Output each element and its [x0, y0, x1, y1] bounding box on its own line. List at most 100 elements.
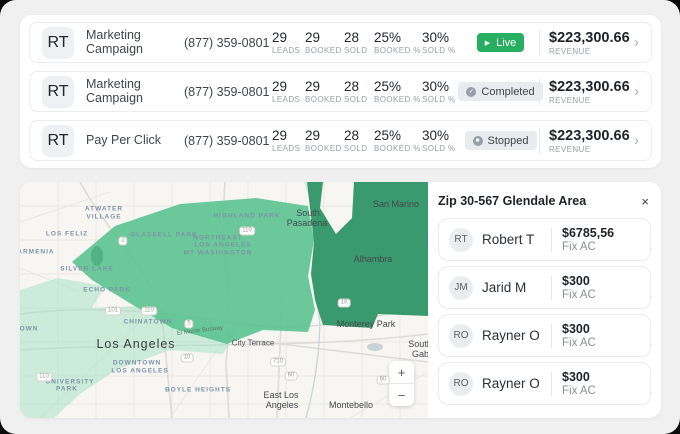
chevron-right-icon[interactable]: ›	[634, 132, 639, 149]
stat-value: 29	[305, 79, 344, 94]
revenue: $223,300.66 REVENUE	[549, 79, 631, 105]
stats: 29 LEADS 29 BOOKED 28 SOLD 25% BOOKED % …	[272, 79, 467, 104]
divider	[539, 30, 540, 56]
stat: 30% SOLD %	[422, 30, 467, 55]
zoom-out-button[interactable]: −	[389, 384, 414, 406]
stat: 28 SOLD	[344, 79, 374, 104]
lead-item[interactable]: RO Rayner O $300 Fix AC	[438, 314, 651, 357]
stat-label: LEADS	[272, 95, 305, 104]
divider	[551, 372, 552, 396]
campaign-name: Marketing Campaign	[86, 78, 184, 106]
map-canvas[interactable]: + − ATWATERVILLAGELOS FELIZE ARMENIAGLAS…	[20, 182, 428, 418]
stat-value: 28	[344, 128, 374, 143]
stat: 30% SOLD %	[422, 128, 467, 153]
stat-label: BOOKED	[305, 144, 344, 153]
stat-value: 29	[272, 128, 305, 143]
chevron-right-icon[interactable]: ›	[634, 34, 639, 51]
campaign-phone: (877) 359-0801	[184, 36, 272, 50]
revenue-label: REVENUE	[549, 145, 631, 154]
chevron-right-icon[interactable]: ›	[634, 83, 639, 100]
map-card: + − ATWATERVILLAGELOS FELIZE ARMENIAGLAS…	[20, 182, 661, 418]
close-icon[interactable]: ×	[639, 194, 651, 209]
stats: 29 LEADS 29 BOOKED 28 SOLD 25% BOOKED % …	[272, 30, 467, 55]
stat: 29 LEADS	[272, 128, 305, 153]
stat-value: 28	[344, 79, 374, 94]
divider	[551, 276, 552, 300]
lead-name: Rayner O	[482, 376, 547, 391]
stat-label: SOLD	[344, 144, 374, 153]
avatar: RT	[449, 228, 473, 252]
revenue: $223,300.66 REVENUE	[549, 30, 631, 56]
lead-service: Fix AC	[562, 241, 640, 253]
lead-name: Robert T	[482, 232, 547, 247]
lead-name: Jarid M	[482, 280, 547, 295]
stat-value: 25%	[374, 79, 422, 94]
stat: 25% BOOKED %	[374, 128, 422, 153]
revenue-value: $223,300.66	[549, 128, 631, 144]
stop-icon: ■	[473, 136, 483, 146]
campaign-phone: (877) 359-0801	[184, 85, 272, 99]
divider	[551, 324, 552, 348]
lead-price: $300	[562, 274, 640, 288]
lead-item[interactable]: JM Jarid M $300 Fix AC	[438, 266, 651, 309]
divider	[539, 79, 540, 105]
stat-value: 30%	[422, 128, 467, 143]
zip-lead-list: RT Robert T $6785,56 Fix AC JM Jarid M $…	[438, 218, 651, 405]
zip-panel-title: Zip 30-567 Glendale Area	[438, 194, 586, 208]
stat: 29 BOOKED	[305, 30, 344, 55]
revenue-label: REVENUE	[549, 96, 631, 105]
campaign-phone: (877) 359-0801	[184, 134, 272, 148]
divider	[551, 228, 552, 252]
campaign-row[interactable]: RT Pay Per Click (877) 359-0801 29 LEADS…	[29, 120, 652, 161]
avatar: RT	[42, 125, 74, 157]
revenue-label: REVENUE	[549, 47, 631, 56]
revenue-value: $223,300.66	[549, 79, 631, 95]
stat: 25% BOOKED %	[374, 30, 422, 55]
stat: 29 BOOKED	[305, 79, 344, 104]
stats: 29 LEADS 29 BOOKED 28 SOLD 25% BOOKED % …	[272, 128, 467, 153]
app-frame: RT Marketing Campaign (877) 359-0801 29 …	[0, 0, 680, 434]
stat: 28 SOLD	[344, 128, 374, 153]
lead-item[interactable]: RT Robert T $6785,56 Fix AC	[438, 218, 651, 261]
stat-label: SOLD %	[422, 144, 467, 153]
stat-value: 29	[272, 30, 305, 45]
status-badge: ✓Completed	[458, 82, 542, 101]
stat: 29 BOOKED	[305, 128, 344, 153]
avatar: RO	[449, 324, 473, 348]
stat-value: 25%	[374, 30, 422, 45]
avatar: RO	[449, 372, 473, 396]
status-badge: ▶Live	[477, 33, 525, 52]
lead-price: $300	[562, 322, 640, 336]
revenue: $223,300.66 REVENUE	[549, 128, 631, 154]
stat: 29 LEADS	[272, 30, 305, 55]
check-icon: ✓	[466, 87, 476, 97]
stat-value: 29	[305, 128, 344, 143]
stat-label: BOOKED %	[374, 46, 422, 55]
lead-item[interactable]: RO Rayner O $300 Fix AC	[438, 362, 651, 405]
lead-price: $6785,56	[562, 226, 640, 240]
map-zoom-controls: + −	[389, 361, 414, 406]
zip-panel: Zip 30-567 Glendale Area × RT Robert T $…	[428, 182, 661, 418]
divider	[539, 128, 540, 154]
stat-label: LEADS	[272, 144, 305, 153]
lead-price: $300	[562, 370, 640, 384]
campaign-name: Pay Per Click	[86, 134, 184, 148]
lead-name: Rayner O	[482, 328, 547, 343]
campaign-row[interactable]: RT Marketing Campaign (877) 359-0801 29 …	[29, 71, 652, 112]
stat-label: LEADS	[272, 46, 305, 55]
zoom-in-button[interactable]: +	[389, 361, 414, 383]
lead-service: Fix AC	[562, 385, 640, 397]
stat-label: SOLD	[344, 46, 374, 55]
stat-label: SOLD	[344, 95, 374, 104]
campaign-name: Marketing Campaign	[86, 29, 184, 57]
campaign-row[interactable]: RT Marketing Campaign (877) 359-0801 29 …	[29, 22, 652, 63]
stat-value: 29	[272, 79, 305, 94]
revenue-value: $223,300.66	[549, 30, 631, 46]
stat-value: 25%	[374, 128, 422, 143]
play-icon: ▶	[485, 39, 490, 47]
lead-service: Fix AC	[562, 337, 640, 349]
stat: 28 SOLD	[344, 30, 374, 55]
coverage-polygon-dark[interactable]	[307, 182, 428, 328]
avatar: RT	[42, 27, 74, 59]
stat-label: SOLD %	[422, 46, 467, 55]
